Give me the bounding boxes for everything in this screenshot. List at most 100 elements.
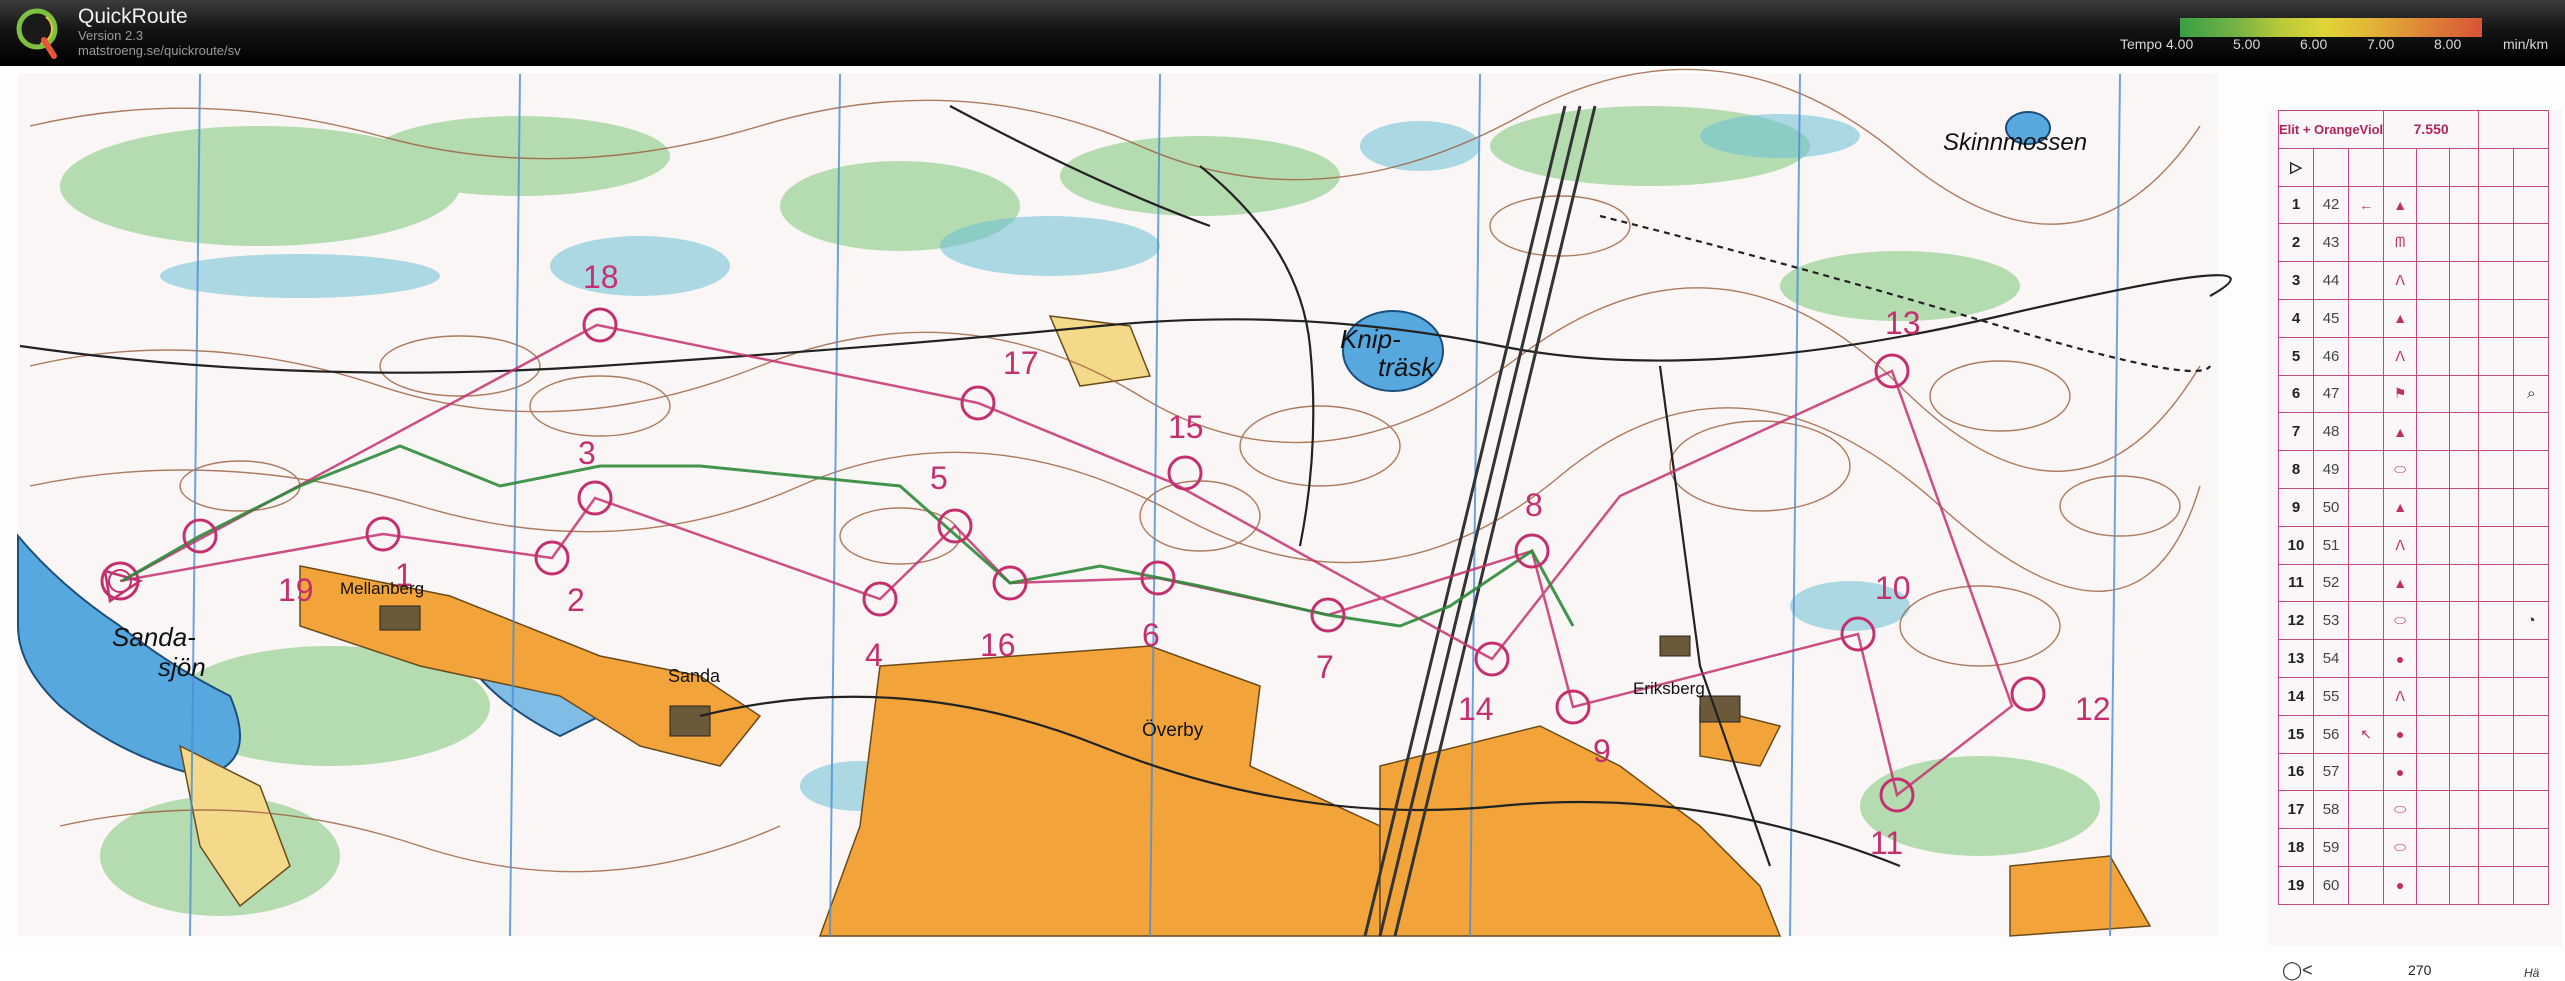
course-name: Elit + OrangeViol (2277, 110, 2385, 149)
feature-symbol: ● (2383, 639, 2418, 678)
description-row: 17 58 ⬭ (2277, 790, 2550, 830)
app-url[interactable]: matstroeng.se/quickroute/sv (78, 43, 241, 58)
which-feature (2348, 676, 2385, 716)
legend-tick: 7.00 (2367, 36, 2395, 52)
description-row: 12 53 ⬭ ◔ (2277, 601, 2550, 641)
control-code: 43 (2313, 223, 2350, 263)
app-version: Version 2.3 (78, 28, 144, 43)
feature-symbol: ▲ (2383, 185, 2418, 225)
control-code: 45 (2313, 298, 2350, 338)
which-feature: ↖ (2348, 714, 2385, 754)
quickroute-logo (16, 8, 58, 59)
control-code: 44 (2313, 261, 2350, 300)
control-number: 19 (278, 572, 314, 608)
control-order: 6 (2277, 374, 2315, 414)
feature-symbol: ᐱ (2383, 676, 2418, 716)
feature-symbol: ● (2383, 714, 2418, 754)
control-code: 46 (2313, 336, 2350, 376)
legend-tick: 8.00 (2434, 36, 2462, 52)
control-number: 4 (865, 637, 883, 673)
control-number: 15 (1168, 409, 1204, 445)
orienteering-map[interactable]: 1 2 3 4 5 6 7 8 9 10 11 12 13 14 15 16 1… (0, 66, 2565, 952)
which-feature (2348, 563, 2385, 603)
feature-symbol: ● (2383, 865, 2418, 905)
feature-symbol: ⚑ (2383, 374, 2418, 414)
which-feature (2348, 639, 2385, 678)
control-description-sheet: Elit + OrangeViol 7.550 ▷ 1 42 ← ▲ 2 43 ᗰ 3 44 ᐱ 4… (2268, 110, 2562, 980)
control-order: 3 (2277, 261, 2315, 300)
control-code: 50 (2313, 487, 2350, 527)
pace-legend-bar (2180, 18, 2482, 37)
place-name: träsk (1378, 352, 1436, 382)
which-feature (2348, 374, 2385, 414)
control-order: 11 (2277, 563, 2315, 603)
place-name: Sanda (668, 666, 721, 686)
control-order: 8 (2277, 450, 2315, 489)
description-row: 5 46 ᐱ (2277, 336, 2550, 376)
description-row: 15 56 ↖ ● (2277, 714, 2550, 754)
feature-symbol: ⬭ (2383, 828, 2418, 867)
extra-symbol: ⌕ (2513, 374, 2550, 414)
feature-symbol: ▲ (2383, 487, 2418, 527)
place-name: Eriksberg (1633, 679, 1705, 698)
feature-symbol: ᗰ (2383, 223, 2418, 263)
control-order: 19 (2277, 865, 2315, 905)
feature-symbol: ● (2383, 752, 2418, 792)
control-order: 4 (2277, 298, 2315, 338)
start-row: ▷ (2277, 147, 2550, 187)
control-order: 9 (2277, 487, 2315, 527)
control-code: 48 (2313, 412, 2350, 452)
legend-tick: 6.00 (2300, 36, 2328, 52)
extra-symbol: ◔ (2513, 601, 2550, 641)
feature-symbol: ▲ (2383, 412, 2418, 452)
control-number: 9 (1593, 733, 1611, 769)
control-code: 56 (2313, 714, 2350, 754)
which-feature (2348, 865, 2385, 905)
which-feature (2348, 261, 2385, 300)
control-order: 13 (2277, 639, 2315, 678)
control-order: 18 (2277, 828, 2315, 867)
description-row: 19 60 ● (2277, 865, 2550, 905)
control-number: 2 (567, 582, 585, 618)
description-row: 3 44 ᐱ (2277, 261, 2550, 300)
description-row: 7 48 ▲ (2277, 412, 2550, 452)
description-row: 13 54 ● (2277, 639, 2550, 678)
control-number: 16 (980, 627, 1016, 663)
description-row: 2 43 ᗰ (2277, 223, 2550, 263)
control-number: 6 (1142, 617, 1160, 653)
feature-symbol: ᐱ (2383, 525, 2418, 565)
app-title: QuickRoute (78, 5, 188, 28)
feature-symbol: ▲ (2383, 563, 2418, 603)
which-feature (2348, 487, 2385, 527)
which-feature (2348, 790, 2385, 830)
feature-symbol: ⬭ (2383, 601, 2418, 641)
feature-symbol: ▲ (2383, 298, 2418, 338)
legend-tick: 4.00 (2166, 36, 2194, 52)
which-feature (2348, 601, 2385, 641)
control-number: 7 (1316, 649, 1334, 685)
description-row: 10 51 ᐱ (2277, 525, 2550, 565)
which-feature (2348, 450, 2385, 489)
place-name: Sanda- (112, 622, 196, 652)
feature-symbol: ⬭ (2383, 450, 2418, 489)
map-area[interactable]: 1 2 3 4 5 6 7 8 9 10 11 12 13 14 15 16 1… (0, 66, 2565, 980)
control-code: 47 (2313, 374, 2350, 414)
description-row: 1 42 ← ▲ (2277, 185, 2550, 225)
description-row: 16 57 ● (2277, 752, 2550, 792)
description-row: 6 47 ⚑ ⌕ (2277, 374, 2550, 414)
feature-symbol: ⬭ (2383, 790, 2418, 830)
control-order: 2 (2277, 223, 2315, 263)
which-feature (2348, 828, 2385, 867)
description-row: 4 45 ▲ (2277, 298, 2550, 338)
description-header-row: Elit + OrangeViol 7.550 (2277, 110, 2550, 149)
description-table: Elit + OrangeViol 7.550 ▷ 1 42 ← ▲ 2 43 ᗰ 3 44 ᐱ 4… (2277, 110, 2550, 905)
control-code: 53 (2313, 601, 2350, 641)
feature-symbol: ᐱ (2383, 336, 2418, 376)
finish-symbol: ◯< (2282, 960, 2313, 980)
legend-unit: min/km (2503, 36, 2549, 52)
start-symbol: ▷ (2277, 147, 2315, 187)
footer-note: Hä (2524, 966, 2540, 980)
control-number: 12 (2075, 691, 2111, 727)
control-code: 58 (2313, 790, 2350, 830)
control-number: 17 (1003, 345, 1039, 381)
